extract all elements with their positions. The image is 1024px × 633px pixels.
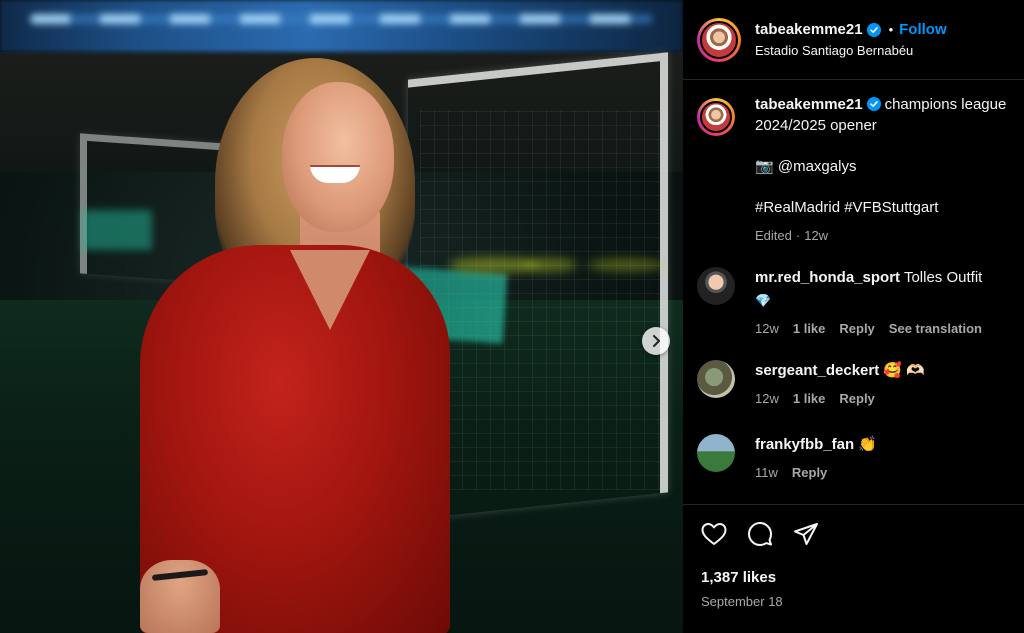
commenter-avatar[interactable] <box>697 434 735 472</box>
post-actions: 1,387 likes September 18 <box>683 504 1024 609</box>
comment-emoji: 💎 <box>755 293 772 308</box>
comment-emoji: 👏 <box>858 436 878 453</box>
comment-item: mr.red_honda_sport Tolles Outfit 💎 12w 1… <box>697 267 1008 336</box>
comment-text: Tolles Outfit <box>903 269 983 286</box>
separator-dot: • <box>888 21 894 37</box>
comment-username[interactable]: frankyfbb_fan <box>755 436 854 453</box>
post-photo[interactable] <box>0 0 683 633</box>
author-username[interactable]: tabeakemme21 <box>755 20 863 40</box>
see-translation-link[interactable]: See translation <box>889 321 982 336</box>
author-avatar[interactable] <box>697 17 741 62</box>
background-players <box>450 235 670 295</box>
comment-likes[interactable]: 1 like <box>793 321 826 336</box>
ad-board-left <box>82 210 152 250</box>
likes-count[interactable]: 1,387 likes <box>701 569 1008 586</box>
comment-age: 11w <box>755 465 778 480</box>
person-face <box>282 82 394 232</box>
meta-dot: · <box>795 228 801 243</box>
comment-emoji: 🥰 🫶🏻 <box>883 362 925 379</box>
chevron-right-icon <box>653 335 660 347</box>
reply-button[interactable]: Reply <box>839 391 874 406</box>
reply-button[interactable]: Reply <box>839 321 874 336</box>
share-icon[interactable] <box>793 522 819 546</box>
stadium-lights <box>0 0 683 52</box>
post-sidebar: tabeakemme21 • Follow Estadio Santiago B… <box>683 0 1024 633</box>
caption-avatar[interactable] <box>697 98 735 136</box>
comment-likes[interactable]: 1 like <box>793 391 826 406</box>
hashtags[interactable]: #RealMadrid #VFBStuttgart <box>755 197 1008 218</box>
post-date: September 18 <box>701 594 783 609</box>
comment-age: 12w <box>755 321 779 336</box>
verified-badge-icon <box>866 22 881 37</box>
caption-username[interactable]: tabeakemme21 <box>755 96 863 113</box>
heart-icon[interactable] <box>701 522 727 546</box>
comments-list[interactable]: tabeakemme21 champions league 2024/2025 … <box>683 80 1024 504</box>
caption-age: 12w <box>804 228 829 243</box>
next-photo-button[interactable] <box>642 327 670 355</box>
verified-badge-icon <box>866 97 881 111</box>
commenter-avatar[interactable] <box>697 267 735 305</box>
commenter-avatar[interactable] <box>697 360 735 398</box>
comment-icon[interactable] <box>747 521 773 547</box>
edited-label: Edited <box>755 228 792 243</box>
comment-item: sergeant_deckert 🥰 🫶🏻 12w 1 like Reply <box>697 360 1008 406</box>
comment-username[interactable]: sergeant_deckert <box>755 362 879 379</box>
caption: tabeakemme21 champions league 2024/2025 … <box>697 94 1008 243</box>
follow-button[interactable]: Follow <box>899 20 947 40</box>
camera-emoji: 📷 <box>755 158 774 175</box>
comment-age: 12w <box>755 391 779 406</box>
shirt-neckline <box>290 250 370 330</box>
post-header: tabeakemme21 • Follow Estadio Santiago B… <box>683 0 1024 80</box>
location-link[interactable]: Estadio Santiago Bernabéu <box>755 42 947 60</box>
comment-item: frankyfbb_fan 👏 11w Reply <box>697 434 1008 480</box>
reply-button[interactable]: Reply <box>792 465 827 480</box>
comment-username[interactable]: mr.red_honda_sport <box>755 269 900 286</box>
photo-credit-link[interactable]: @maxgalys <box>778 158 857 175</box>
